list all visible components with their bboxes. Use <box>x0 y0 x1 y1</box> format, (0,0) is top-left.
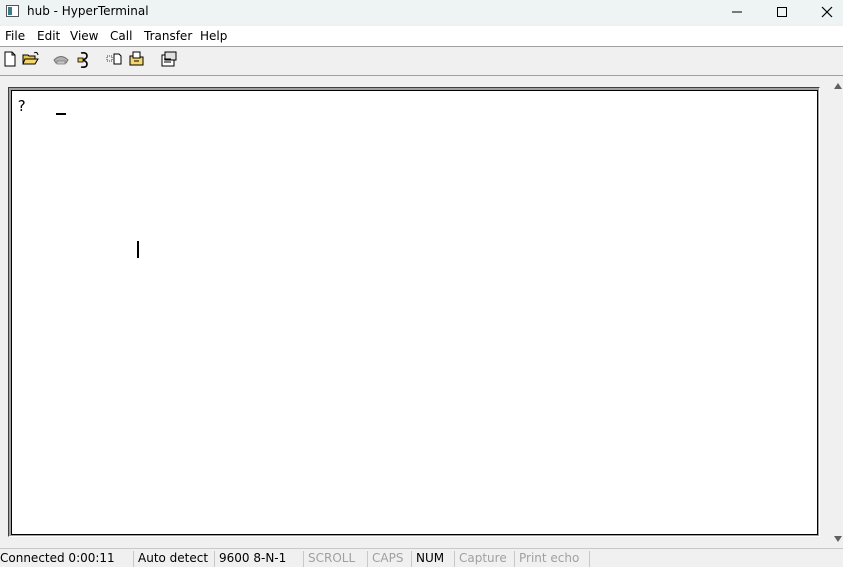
new-connection-button[interactable] <box>2 51 20 69</box>
menu-call[interactable]: Call <box>110 29 132 43</box>
close-icon <box>821 6 833 18</box>
status-bar: Connected 0:00:11 Auto detect 9600 8-N-1… <box>0 548 843 567</box>
menu-bar: File Edit View Call Transfer Help <box>0 26 843 46</box>
scroll-up-icon[interactable] <box>834 83 842 89</box>
minimize-button[interactable] <box>714 0 760 24</box>
terminal-cursor <box>56 113 66 115</box>
close-button[interactable] <box>804 0 843 24</box>
minimize-icon <box>732 11 742 13</box>
receive-file-icon <box>129 51 144 66</box>
status-detect: Auto detect <box>134 551 215 567</box>
menu-file[interactable]: File <box>5 29 25 43</box>
menu-transfer[interactable]: Transfer <box>144 29 192 43</box>
status-caps: CAPS <box>368 551 412 567</box>
new-document-icon <box>4 51 16 67</box>
disconnect-button[interactable] <box>76 51 94 69</box>
mouse-ibeam-cursor <box>137 241 139 258</box>
open-folder-icon <box>22 51 39 65</box>
call-button[interactable] <box>52 51 70 69</box>
status-settings: 9600 8-N-1 <box>215 551 304 567</box>
status-connected: Connected 0:00:11 <box>0 551 134 567</box>
open-button[interactable] <box>22 51 40 69</box>
title-bar: hub - HyperTerminal <box>0 0 843 24</box>
maximize-icon <box>777 7 787 17</box>
terminal-frame: ? <box>8 87 820 537</box>
status-num: NUM <box>412 551 455 567</box>
terminal-output: ? <box>17 97 27 115</box>
maximize-button[interactable] <box>759 0 805 24</box>
disconnect-phone-icon <box>77 52 88 68</box>
vertical-scrollbar[interactable] <box>833 80 843 546</box>
menu-help[interactable]: Help <box>200 29 227 43</box>
send-file-icon <box>106 53 122 65</box>
receive-button[interactable] <box>128 51 146 69</box>
status-print-echo: Print echo <box>515 551 590 567</box>
scroll-down-icon[interactable] <box>834 536 842 542</box>
status-capture: Capture <box>455 551 515 567</box>
hyperterminal-app-icon <box>6 5 19 17</box>
properties-icon <box>161 51 177 67</box>
call-phone-icon <box>53 56 69 65</box>
toolbar <box>0 48 843 74</box>
toolbar-separator <box>0 75 843 76</box>
send-button[interactable] <box>106 51 124 69</box>
window-title: hub - HyperTerminal <box>27 4 149 18</box>
status-scroll: SCROLL <box>304 551 368 567</box>
properties-button[interactable] <box>160 51 178 69</box>
menu-view[interactable]: View <box>70 29 98 43</box>
menu-edit[interactable]: Edit <box>37 29 60 43</box>
terminal-screen[interactable]: ? <box>11 90 818 535</box>
menu-separator <box>0 46 843 47</box>
